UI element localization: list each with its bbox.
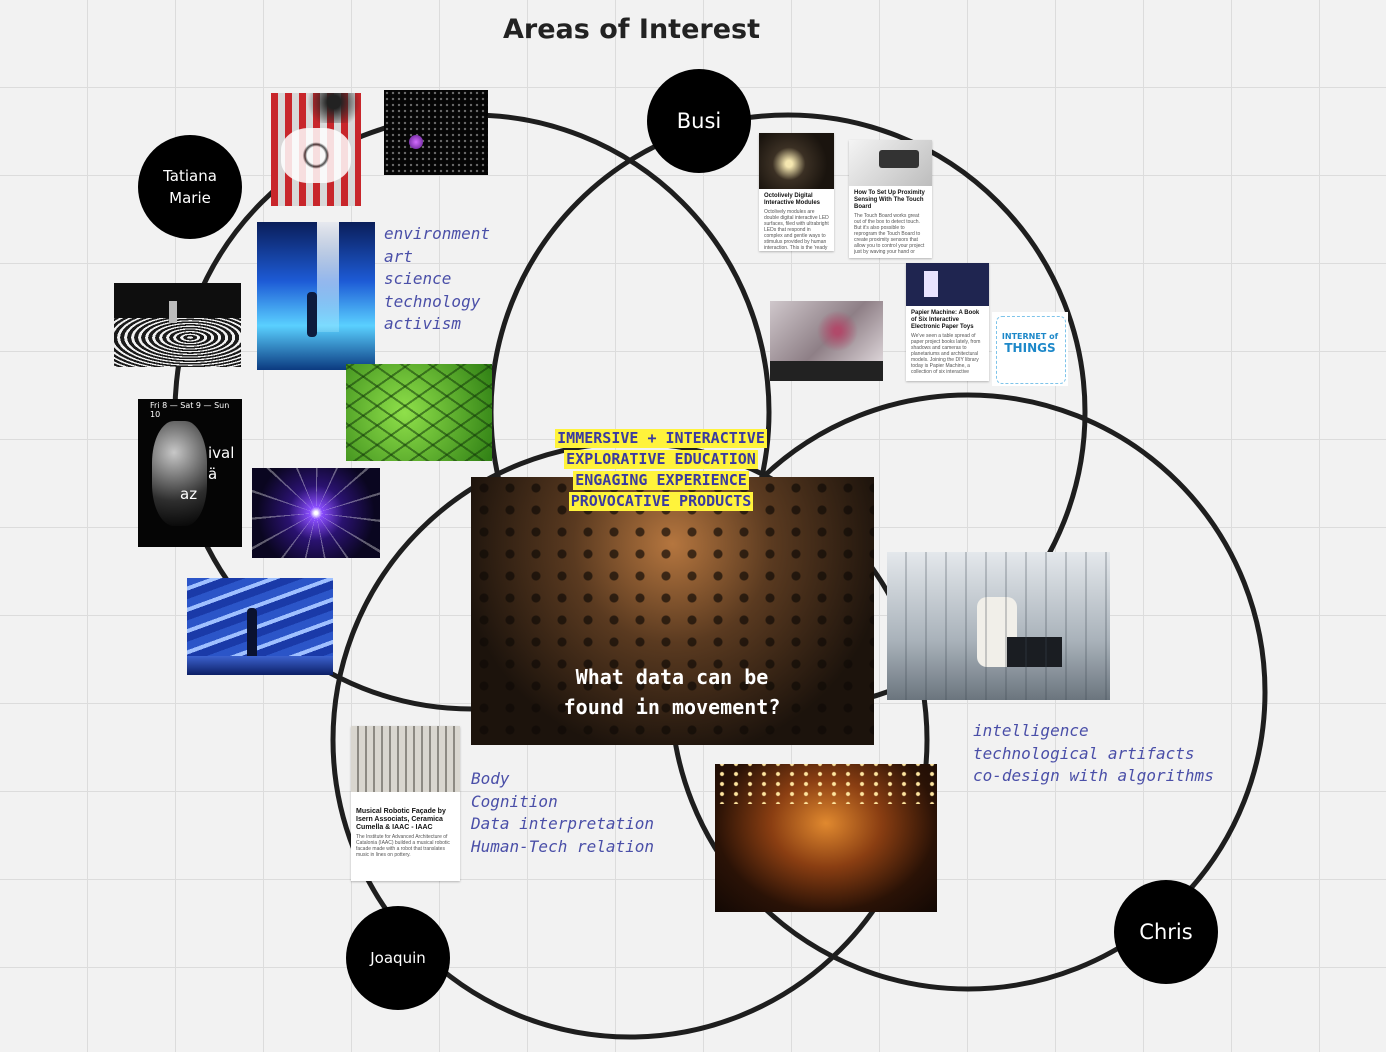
poster-word: ä bbox=[208, 465, 218, 483]
card-body: We've seen a table spread of paper proje… bbox=[911, 333, 981, 375]
image-purple-starburst[interactable] bbox=[252, 468, 380, 558]
poster-word: az bbox=[180, 485, 198, 503]
image-red-stripes-artwork[interactable] bbox=[271, 93, 361, 206]
image-blue-wave-installation[interactable] bbox=[187, 578, 333, 675]
person-label: Joaquin bbox=[370, 949, 426, 967]
image-dark-particle-art[interactable] bbox=[384, 90, 488, 175]
note-line: Data interpretation bbox=[471, 814, 655, 834]
card-title: Papier Machine: A Book of Six Interactiv… bbox=[911, 310, 980, 330]
image-festival-poster[interactable]: Fri 8 — Sat 9 — Sun 10 ival ä az bbox=[138, 399, 242, 547]
card-octolively[interactable]: Octolively Digital Interactive Modules O… bbox=[759, 133, 834, 251]
poster-dates: Fri 8 — Sat 9 — Sun 10 bbox=[150, 401, 230, 419]
note-line: technological artifacts bbox=[973, 743, 1195, 763]
image-outdoor-concert[interactable] bbox=[715, 764, 937, 912]
card-title: Octolively Digital Interactive Modules bbox=[764, 193, 821, 206]
board-title: Areas of Interest bbox=[503, 14, 761, 45]
person-label: Tatiana Marie bbox=[163, 167, 217, 207]
highlight-text: IMMERSIVE + INTERACTIVE bbox=[555, 429, 767, 448]
note-line: activism bbox=[384, 314, 462, 334]
note-tatiana-interests: environment art science technology activ… bbox=[384, 223, 490, 336]
card-title: Musical Robotic Façade by Isern Associat… bbox=[356, 808, 446, 831]
note-line: co-design with algorithms bbox=[973, 766, 1214, 786]
highlight-text: EXPLORATIVE EDUCATION bbox=[564, 450, 758, 469]
person-chris[interactable]: Chris bbox=[1114, 880, 1218, 984]
question-line: found in movement? bbox=[563, 695, 781, 719]
highlight-text: PROVOCATIVE PRODUCTS bbox=[568, 492, 754, 511]
card-touch-board[interactable]: How To Set Up Proximity Sensing With The… bbox=[849, 140, 932, 258]
note-line: Body bbox=[471, 769, 510, 788]
person-busi[interactable]: Busi bbox=[647, 69, 751, 173]
person-joaquin[interactable]: Joaquin bbox=[346, 906, 450, 1010]
note-line: science bbox=[384, 269, 452, 289]
person-tatiana-marie[interactable]: Tatiana Marie bbox=[138, 135, 242, 239]
question-line: What data can be bbox=[575, 665, 769, 689]
note-joaquin-interests: Body Cognition Data interpretation Human… bbox=[471, 768, 654, 858]
image-internet-of-things[interactable]: INTERNET of THINGS bbox=[992, 312, 1068, 386]
note-line: technology bbox=[384, 291, 481, 311]
note-line: intelligence bbox=[973, 721, 1089, 740]
image-immersive-waterfall[interactable] bbox=[257, 222, 375, 370]
card-body: The Institute for Advanced Architecture … bbox=[356, 834, 450, 858]
center-question: What data can be found in movement? bbox=[472, 662, 872, 722]
card-body: The Touch Board works great out of the b… bbox=[854, 213, 925, 255]
person-label: Chris bbox=[1139, 920, 1193, 944]
card-thumbnail bbox=[759, 133, 834, 189]
image-robotics-lab[interactable] bbox=[887, 552, 1110, 700]
note-line: Human-Tech relation bbox=[471, 836, 655, 856]
highlight-text: ENGAGING EXPERIENCE bbox=[573, 471, 749, 490]
note-chris-interests: intelligence technological artifacts co-… bbox=[973, 720, 1214, 788]
card-thumbnail bbox=[351, 726, 460, 792]
poster-word: ival bbox=[208, 444, 235, 462]
center-highlights: IMMERSIVE + INTERACTIVE EXPLORATIVE EDUC… bbox=[471, 428, 851, 512]
note-line: Cognition bbox=[471, 791, 558, 811]
card-thumbnail bbox=[906, 263, 989, 306]
note-line: environment bbox=[384, 224, 490, 243]
card-thumbnail bbox=[849, 140, 932, 186]
card-title: How To Set Up Proximity Sensing With The… bbox=[854, 190, 925, 210]
image-light-projection-room[interactable] bbox=[114, 283, 241, 367]
note-line: art bbox=[384, 246, 413, 266]
card-body: Octolively modules are double digital in… bbox=[764, 209, 829, 251]
person-label: Busi bbox=[676, 109, 722, 133]
card-musical-robotic-facade[interactable]: Musical Robotic Façade by Isern Associat… bbox=[351, 726, 460, 881]
image-digital-sensing-collage[interactable] bbox=[770, 301, 883, 381]
card-papier-machine[interactable]: Papier Machine: A Book of Six Interactiv… bbox=[906, 263, 989, 381]
